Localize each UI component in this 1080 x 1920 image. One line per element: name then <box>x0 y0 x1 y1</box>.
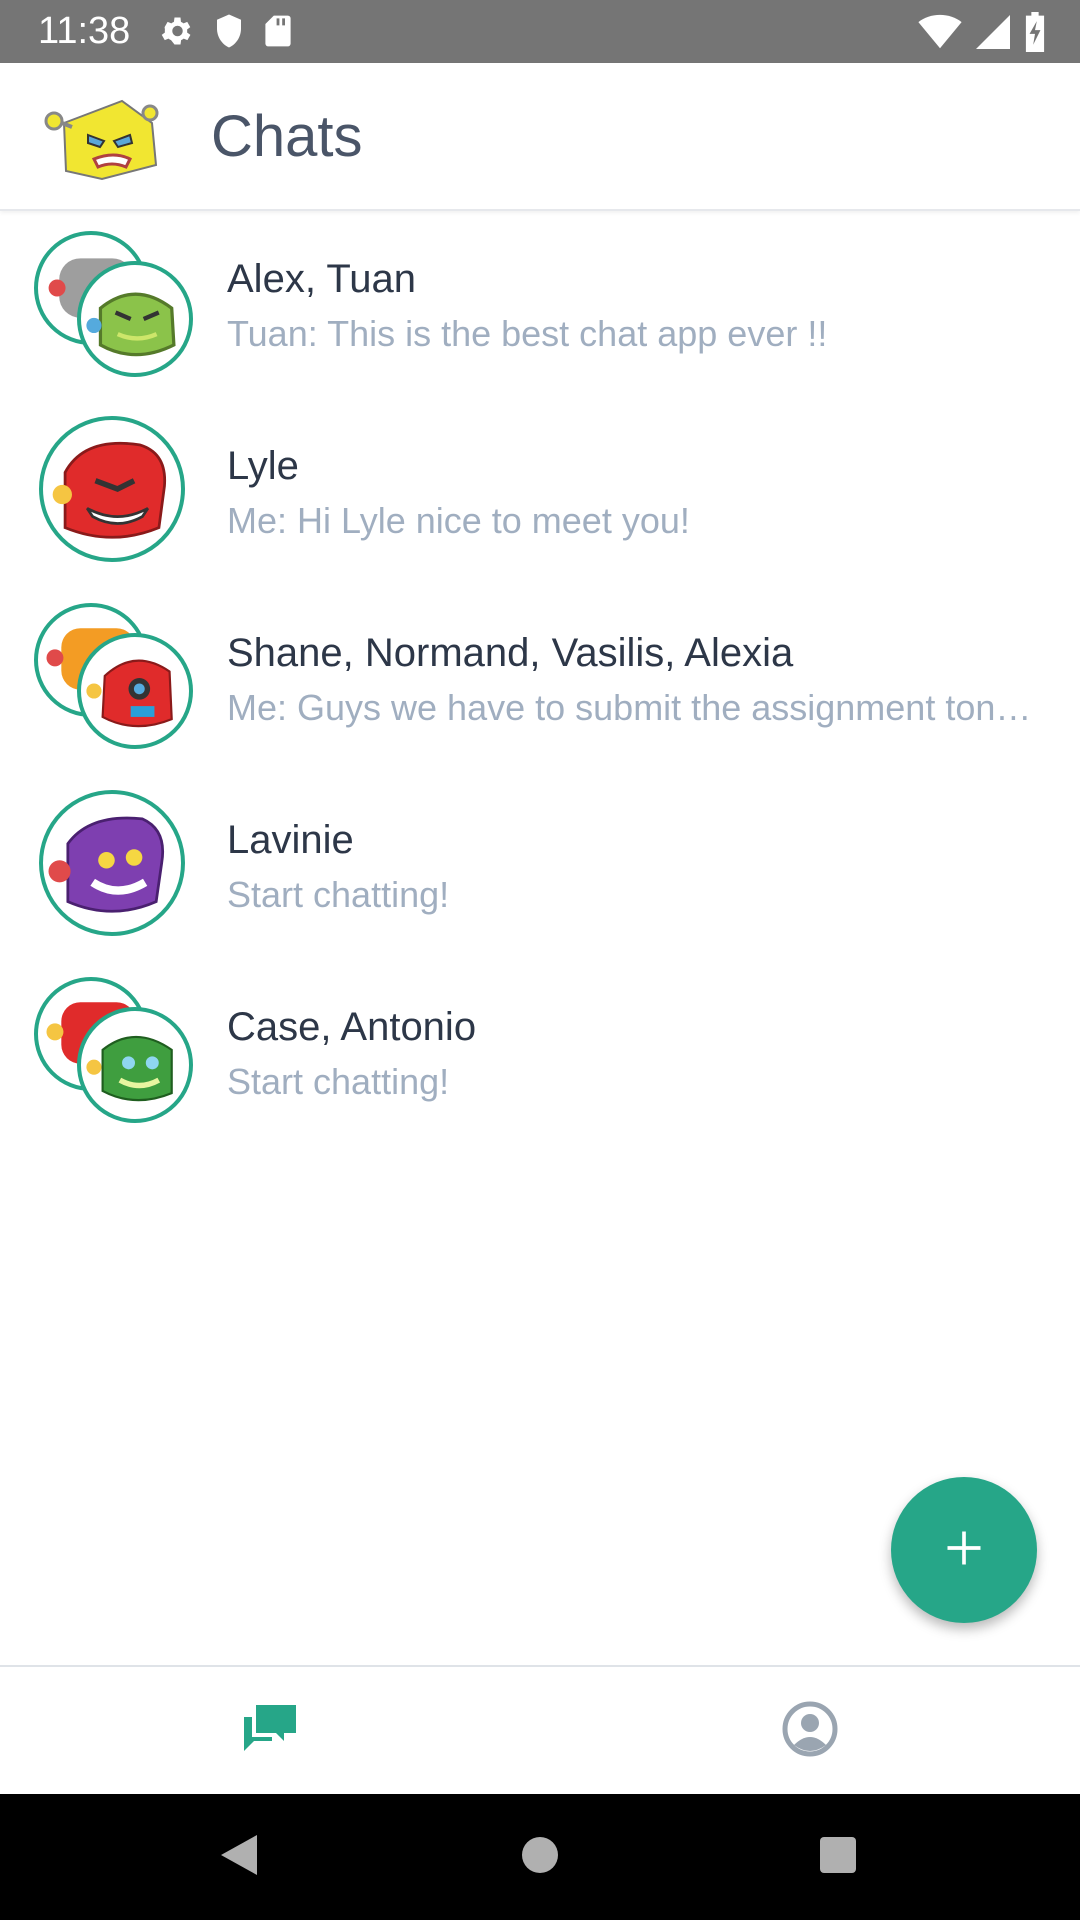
chat-item[interactable]: Case, Antonio Start chatting! <box>0 961 1080 1148</box>
chat-name: Lyle <box>227 444 299 488</box>
battery-charging-icon <box>1024 12 1046 57</box>
chat-item[interactable]: Lyle Me: Hi Lyle nice to meet you! <box>0 400 1080 587</box>
home-button[interactable] <box>480 1794 600 1920</box>
home-icon <box>520 1835 560 1880</box>
nav-profile[interactable] <box>540 1667 1080 1796</box>
chat-name: Lavinie <box>227 818 354 862</box>
chat-preview: Tuan: This is the best chat app ever !! <box>227 313 828 354</box>
chat-list: Alex, Tuan Tuan: This is the best chat a… <box>0 213 1080 1148</box>
avatar-front <box>77 261 193 377</box>
chats-icon <box>239 1701 301 1762</box>
system-nav-bar <box>0 1794 1080 1920</box>
page-title: Chats <box>211 104 363 169</box>
status-time: 11:38 <box>38 10 131 52</box>
settings-icon <box>158 13 194 54</box>
recents-icon <box>818 1835 858 1880</box>
chat-name: Shane, Normand, Vasilis, Alexia <box>227 631 794 675</box>
chat-preview: Start chatting! <box>227 1061 450 1102</box>
chat-item[interactable]: Lavinie Start chatting! <box>0 774 1080 961</box>
chat-item[interactable]: Shane, Normand, Vasilis, Alexia Me: Guys… <box>0 587 1080 774</box>
avatar <box>39 790 185 936</box>
avatar-front <box>77 633 193 749</box>
avatar <box>39 416 185 562</box>
status-bar: 11:38 <box>0 0 1080 63</box>
signal-icon <box>976 14 1010 55</box>
sd-card-icon <box>264 13 292 54</box>
nav-chats[interactable] <box>0 1667 540 1796</box>
chat-item[interactable]: Alex, Tuan Tuan: This is the best chat a… <box>0 213 1080 400</box>
chat-preview: Me: Hi Lyle nice to meet you! <box>227 500 690 541</box>
wifi-icon <box>918 14 962 55</box>
app-bar: Chats <box>0 63 1080 211</box>
bottom-nav <box>0 1665 1080 1794</box>
robot-logo-icon <box>44 83 160 183</box>
new-chat-button[interactable] <box>891 1477 1037 1623</box>
chat-name: Alex, Tuan <box>227 257 417 301</box>
back-button[interactable] <box>179 1794 299 1920</box>
back-icon <box>217 1831 261 1884</box>
recents-button[interactable] <box>778 1794 898 1920</box>
profile-icon <box>782 1701 838 1762</box>
chat-preview: Start chatting! <box>227 874 450 915</box>
chat-name: Case, Antonio <box>227 1005 477 1049</box>
plus-icon <box>942 1526 986 1575</box>
avatar-front <box>77 1007 193 1123</box>
shield-icon <box>214 13 244 54</box>
chat-preview: Me: Guys we have to submit the assignmen… <box>227 687 1037 728</box>
